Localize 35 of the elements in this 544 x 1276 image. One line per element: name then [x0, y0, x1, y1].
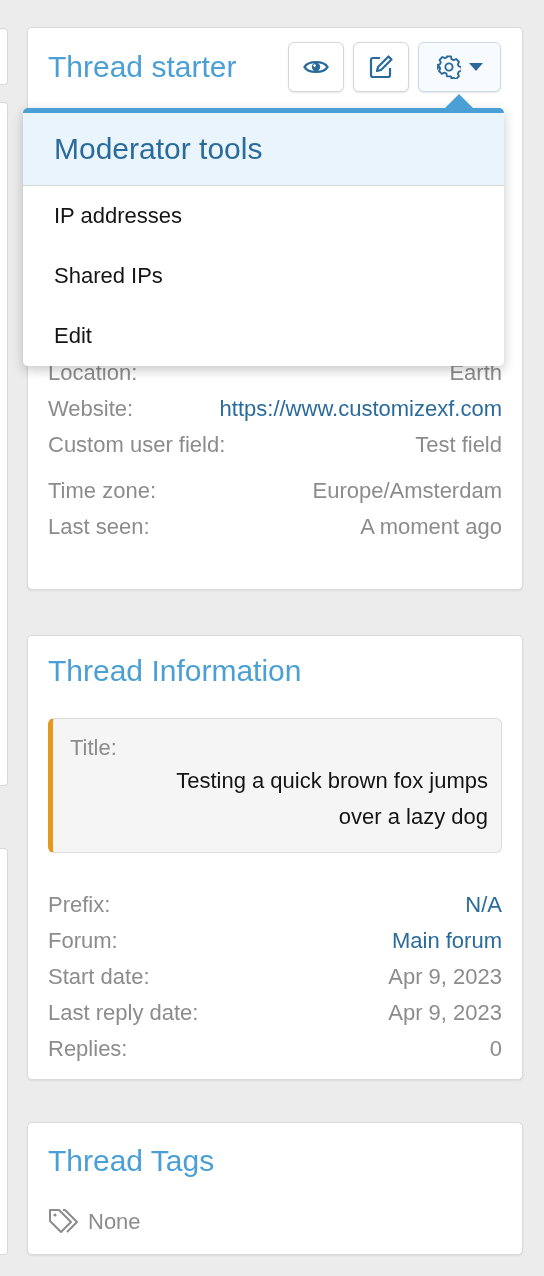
card-title: Thread Information	[48, 653, 303, 689]
view-button[interactable]	[288, 41, 344, 92]
tags-icon	[48, 1208, 80, 1235]
field-value: A moment ago	[360, 513, 502, 541]
thread-title: Testing a quick brown fox jumps over a lazy dog	[175, 767, 488, 831]
edit-icon	[368, 53, 394, 80]
field-label: Start date:	[48, 964, 150, 990]
field-label: Custom user field:	[48, 431, 226, 459]
field-value: 0	[489, 1036, 502, 1062]
field-value: Test field	[415, 431, 502, 459]
field-label: Time zone:	[48, 477, 156, 505]
field-label: Website:	[48, 395, 134, 423]
card-edge	[0, 28, 8, 85]
field-label: Last reply date:	[48, 1000, 199, 1026]
field-value: Apr 9, 2023	[388, 964, 502, 990]
field-label: Prefix:	[48, 892, 111, 918]
field-label: Forum:	[48, 928, 118, 954]
settings-icon	[436, 54, 461, 79]
card-title: Thread Tags	[48, 1143, 216, 1179]
card-title: Thread starter	[48, 48, 237, 85]
edit-button[interactable]	[353, 41, 409, 92]
field-link[interactable]: Main forum	[391, 928, 502, 954]
field-link[interactable]: N/A	[465, 892, 502, 918]
menu-heading: Moderator tools	[23, 113, 504, 186]
field-label: Title:	[70, 734, 118, 762]
tags-value: None	[88, 1208, 141, 1235]
field-link[interactable]: https://www.customizexf.com	[219, 391, 502, 427]
menu-item[interactable]: IP addresses	[23, 186, 504, 246]
field-value: Europe/Amsterdam	[312, 477, 502, 505]
caret-icon	[468, 62, 483, 71]
field-value: Apr 9, 2023	[388, 1000, 502, 1026]
menu-item[interactable]: Shared IPs	[23, 246, 504, 306]
field-label: Replies:	[48, 1036, 128, 1062]
field-label: Last seen:	[48, 513, 150, 541]
settings-button[interactable]	[418, 41, 501, 92]
